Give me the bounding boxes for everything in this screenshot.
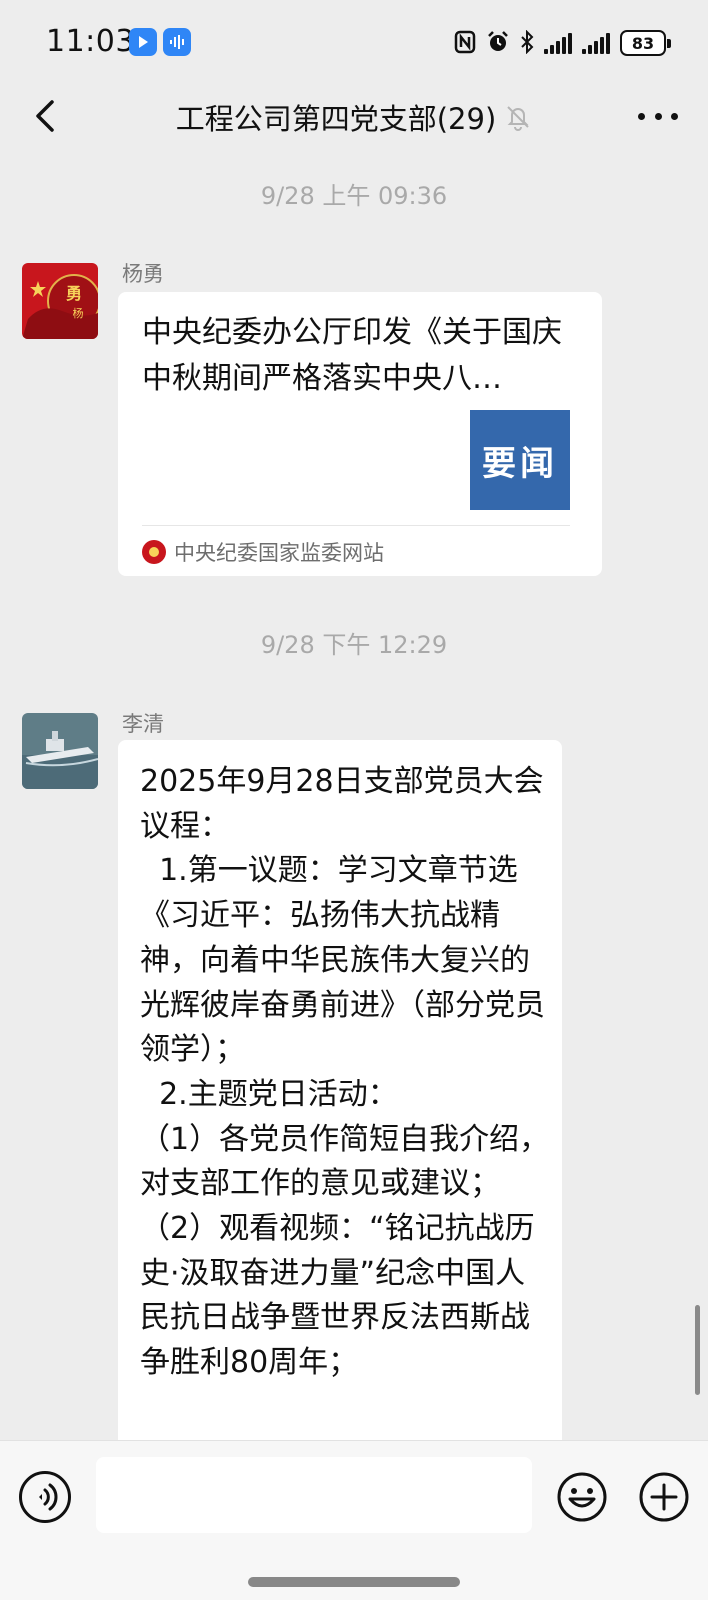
message-input[interactable] — [96, 1457, 532, 1533]
battery-level: 83 — [631, 33, 655, 53]
link-card[interactable]: 中央纪委办公厅印发《关于国庆中秋期间严格落实中央八… 要闻 中央纪委国家监委网站 — [118, 292, 602, 576]
message-text: 2025年9月28日支部党员大会议程： 1.第一议题：学习文章节选《习近平：弘扬… — [140, 764, 550, 1381]
svg-text:杨: 杨 — [73, 306, 84, 320]
chat-title[interactable]: 工程公司第四党支部(29) — [176, 96, 497, 138]
alarm-icon — [486, 30, 510, 57]
svg-text:勇: 勇 — [66, 284, 82, 303]
source-emblem-icon — [142, 540, 166, 564]
avatar[interactable] — [22, 713, 98, 789]
signal-icon — [544, 32, 572, 54]
sender-name: 杨勇 — [122, 262, 164, 286]
message-bubble[interactable]: 2025年9月28日支部党员大会议程： 1.第一议题：学习文章节选《习近平：弘扬… — [118, 740, 562, 1460]
app-notification-icon — [129, 28, 157, 56]
status-bar: 11:03 83 — [0, 0, 708, 86]
nfc-icon — [454, 30, 476, 57]
message-timestamp: 9/28 下午 12:29 — [260, 631, 448, 659]
message-timestamp: 9/28 上午 09:36 — [260, 182, 448, 210]
status-icons: 83 — [454, 28, 671, 58]
home-indicator[interactable] — [248, 1577, 460, 1587]
avatar[interactable]: 勇 杨 — [22, 263, 98, 339]
status-time: 11:03 — [46, 24, 135, 59]
plus-icon[interactable] — [638, 1471, 690, 1523]
link-card-source-label: 中央纪委国家监委网站 — [174, 541, 384, 565]
signal-icon — [582, 32, 610, 54]
chat-header: 工程公司第四党支部(29) — [0, 86, 708, 146]
sender-name: 李清 — [122, 712, 164, 736]
bluetooth-icon — [520, 29, 534, 57]
link-card-title: 中央纪委办公厅印发《关于国庆中秋期间严格落实中央八… — [142, 315, 562, 396]
bell-muted-icon — [504, 103, 532, 131]
input-bar — [0, 1440, 708, 1600]
battery-indicator: 83 — [620, 30, 671, 56]
emoji-icon[interactable] — [556, 1471, 608, 1523]
scrollbar[interactable] — [695, 1305, 700, 1395]
voice-app-icon — [163, 28, 191, 56]
chat-title-container[interactable]: 工程公司第四党支部(29) — [0, 96, 708, 138]
voice-icon[interactable] — [19, 1471, 71, 1523]
divider — [142, 525, 570, 526]
more-dots-icon[interactable] — [638, 100, 678, 132]
link-card-source: 中央纪委国家监委网站 — [142, 538, 384, 566]
link-card-thumbnail: 要闻 — [470, 410, 570, 510]
